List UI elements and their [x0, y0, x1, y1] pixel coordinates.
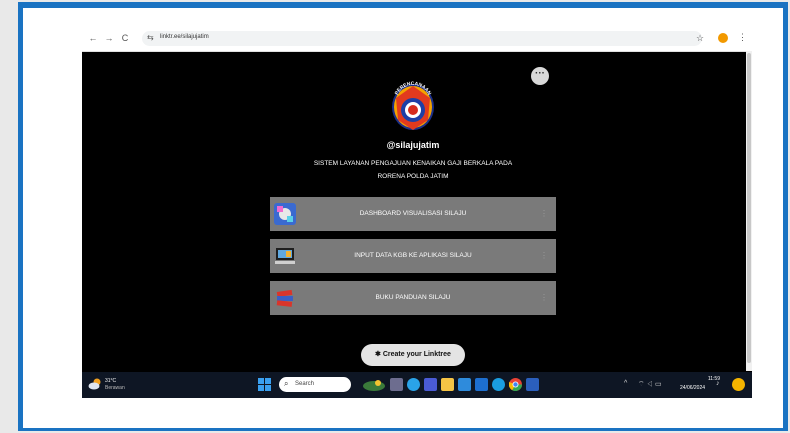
- taskbar-search-box[interactable]: ⌕ Search: [279, 377, 351, 392]
- teams-icon[interactable]: [424, 378, 437, 391]
- computer-thumbnail-icon: [274, 245, 296, 267]
- windows-taskbar: 31°C Berawan ⌕ Search ^ ⌔ ◁ ▭ 11:59 24/0…: [82, 372, 752, 398]
- file-explorer-icon[interactable]: [441, 378, 454, 391]
- screenshot-window: ← → C ⇆ linktr.ee/silajujatim ☆ ⋮ ··· PE…: [82, 27, 752, 398]
- dashboard-thumbnail-icon: [274, 203, 296, 225]
- search-icon: ⌕: [284, 379, 289, 388]
- mail-icon[interactable]: [475, 378, 488, 391]
- scrollbar-thumb[interactable]: [747, 53, 751, 363]
- edge-browser-icon[interactable]: [407, 378, 420, 391]
- copilot-icon[interactable]: [732, 378, 745, 391]
- clock-date[interactable]: 24/06/2024: [680, 385, 705, 391]
- link-options-icon[interactable]: ⋮: [540, 197, 548, 231]
- share-more-button[interactable]: ···: [531, 67, 549, 85]
- link-options-icon[interactable]: ⋮: [540, 239, 548, 273]
- reload-icon[interactable]: C: [120, 33, 130, 43]
- create-linktree-label: Create your Linktree: [382, 351, 451, 358]
- linktree-icon: ✱: [375, 351, 381, 358]
- forward-icon[interactable]: →: [104, 33, 114, 43]
- link-options-icon[interactable]: ⋮: [540, 281, 548, 315]
- create-linktree-button[interactable]: ✱ Create your Linktree: [361, 344, 465, 366]
- book-thumbnail-icon: [274, 287, 296, 309]
- link-buku-panduan[interactable]: BUKU PANDUAN SILAJU ⋮: [270, 281, 556, 315]
- browser-menu-icon[interactable]: ⋮: [738, 32, 747, 43]
- task-view-icon[interactable]: [390, 378, 403, 391]
- tray-status-icons[interactable]: ⌔ ◁ ▭: [638, 380, 662, 389]
- browser-toolbar: ← → C ⇆ linktr.ee/silajujatim ☆ ⋮: [82, 27, 752, 52]
- word-icon[interactable]: [526, 378, 539, 391]
- description-line-1: SISTEM LAYANAN PENGAJUAN KENAIKAN GAJI B…: [313, 160, 513, 167]
- profile-description: SISTEM LAYANAN PENGAJUAN KENAIKAN GAJI B…: [282, 157, 544, 183]
- notification-bell-icon[interactable]: ♪: [716, 380, 720, 387]
- url-text[interactable]: linktr.ee/silajujatim: [160, 34, 209, 40]
- perencanaan-logo: PERENCANAAN: [392, 81, 434, 130]
- profile-avatar[interactable]: [718, 33, 728, 43]
- link-label: INPUT DATA KGB KE APLIKASI SILAJU: [354, 252, 472, 259]
- link-label: BUKU PANDUAN SILAJU: [375, 294, 451, 301]
- weather-description: Berawan: [105, 385, 125, 391]
- site-info-icon[interactable]: ⇆: [147, 33, 154, 42]
- safari-compass-icon[interactable]: [492, 378, 505, 391]
- widgets-image-icon[interactable]: [362, 378, 386, 391]
- weather-cloud-icon[interactable]: [88, 377, 102, 391]
- tray-chevron-icon[interactable]: ^: [624, 380, 627, 387]
- chrome-icon[interactable]: [509, 378, 522, 391]
- search-placeholder: Search: [295, 381, 315, 387]
- profile-handle: @silajujatim: [386, 140, 440, 150]
- windows-start-icon[interactable]: [258, 378, 271, 391]
- page-scrollbar[interactable]: [746, 51, 752, 371]
- bookmark-star-icon[interactable]: ☆: [696, 33, 704, 44]
- store-icon[interactable]: [458, 378, 471, 391]
- description-line-2: RORENA POLDA JATIM: [377, 173, 449, 180]
- address-bar[interactable]: ⇆ linktr.ee/silajujatim: [142, 31, 702, 46]
- link-input-data[interactable]: INPUT DATA KGB KE APLIKASI SILAJU ⋮: [270, 239, 556, 273]
- link-label: DASHBOARD VISUALISASI SILAJU: [359, 210, 467, 217]
- weather-temperature: 31°C: [105, 378, 117, 384]
- link-dashboard[interactable]: DASHBOARD VISUALISASI SILAJU ⋮: [270, 197, 556, 231]
- back-icon[interactable]: ←: [88, 33, 98, 43]
